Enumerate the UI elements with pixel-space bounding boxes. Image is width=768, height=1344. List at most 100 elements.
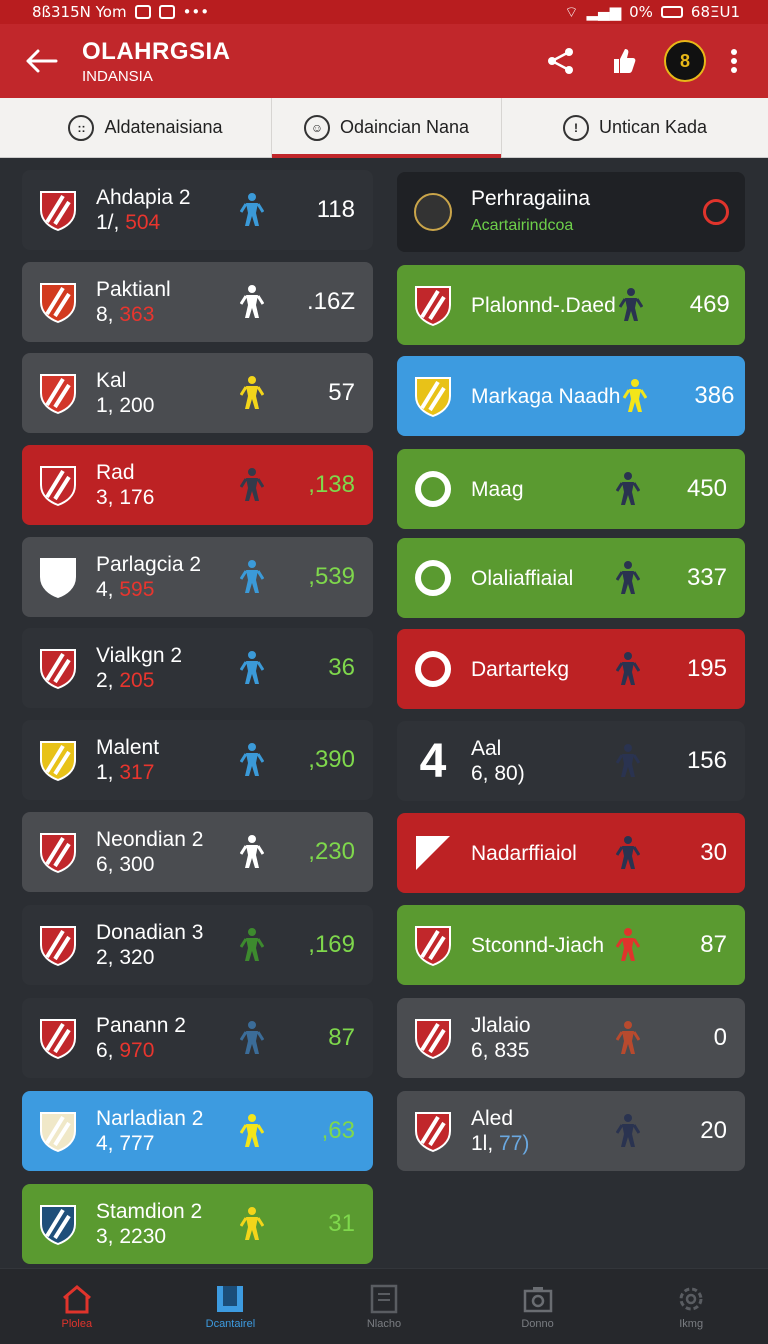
team-card-left[interactable]: Parlagcia 2 4, 595 ,539: [22, 537, 373, 617]
team-card-left[interactable]: Donadian 3 2, 320 ,169: [22, 905, 373, 985]
team-stat: 1, 200: [96, 393, 237, 418]
player-icon: [616, 652, 640, 685]
player-icon: [240, 468, 264, 501]
team-card-right[interactable]: Stconnd-Jiach 87: [397, 905, 745, 985]
team-stat-prefix: 3, 176: [96, 486, 155, 509]
player-figure: [237, 285, 267, 319]
team-stat-prefix: 1l,: [471, 1132, 500, 1155]
player-icon: [240, 651, 264, 684]
team-card-left[interactable]: Rad 3, 176 ,138: [22, 445, 373, 525]
player-figure: [616, 288, 646, 322]
team-card-right[interactable]: Olaliaffiaial 337: [397, 538, 745, 618]
like-button[interactable]: [592, 31, 654, 91]
app-title: OLAHRGSIA: [82, 37, 231, 65]
tab-aldatenaisiana[interactable]: :: Aldatenaisiana: [0, 98, 272, 157]
team-name: Ahdapia 2: [96, 186, 191, 209]
app-subtitle: INDANSIA: [82, 67, 153, 85]
team-stat: 1, 317: [96, 760, 237, 785]
team-stat: 3, 2230: [96, 1224, 237, 1249]
player-icon: [616, 744, 640, 777]
team-badge: [411, 556, 455, 600]
team-stat: 1/, 504: [96, 210, 237, 235]
team-name: Malent: [96, 736, 160, 759]
team-name: Plalonnd-.Daed: [471, 293, 616, 317]
player-figure: [237, 468, 267, 502]
nav-item-bookmark[interactable]: Dcantairel: [154, 1269, 308, 1344]
team-badge: [411, 467, 455, 511]
flag-icon: [416, 836, 450, 870]
team-card-left[interactable]: Narladian 2 4, 777 ,63: [22, 1091, 373, 1171]
tab-odaincian-nana[interactable]: ☺ Odaincian Nana: [272, 98, 502, 158]
nav-item-camera[interactable]: Donno: [461, 1269, 615, 1344]
player-figure: [237, 835, 267, 869]
team-badge: [411, 283, 455, 327]
team-card-right[interactable]: Aled 1l, 77) 20: [397, 1091, 745, 1171]
team-badge: [36, 738, 80, 782]
nav-item-document[interactable]: Nlacho: [307, 1269, 461, 1344]
profile-button[interactable]: 8: [654, 31, 716, 91]
team-crest-icon: [415, 926, 451, 967]
nav-label: Plolea: [61, 1317, 93, 1330]
tab-untican-kada[interactable]: ! Untican Kada: [502, 98, 768, 157]
team-badge: [36, 923, 80, 967]
team-card-left[interactable]: Paktianl 8, 363 .16Z: [22, 262, 373, 342]
back-button[interactable]: [0, 24, 82, 98]
team-crest-icon: [415, 1019, 451, 1060]
team-stat: 3, 176: [96, 485, 237, 510]
team-card-left[interactable]: Neondian 2 6, 300 ,230: [22, 812, 373, 892]
overflow-menu-button[interactable]: [716, 31, 752, 91]
team-name: Markaga Naadh: [471, 384, 621, 408]
team-crest-icon: [414, 193, 452, 231]
avatar: 8: [664, 40, 706, 82]
player-figure: [620, 379, 650, 413]
team-card-right[interactable]: Dartartekg 195: [397, 629, 745, 709]
team-card-right[interactable]: Perhragaiina Acartairindcoa: [397, 172, 745, 252]
player-icon: [240, 285, 264, 318]
team-crest-icon: [415, 286, 451, 327]
team-badge: [36, 830, 80, 874]
team-crest-icon: [40, 466, 76, 507]
share-button[interactable]: [530, 31, 592, 91]
ring-logo-icon: [415, 471, 451, 507]
team-score: 337: [686, 564, 727, 591]
team-card-right[interactable]: Jlalaio 6, 835 0: [397, 998, 745, 1078]
signal-icon: ▂▄▆: [586, 3, 622, 21]
team-score: ,230: [308, 838, 355, 865]
team-name: Vialkgn 2: [96, 644, 183, 667]
home-icon: [62, 1284, 91, 1313]
person-icon: ☺: [303, 114, 330, 141]
team-badge: [36, 463, 80, 507]
player-icon: [240, 835, 264, 868]
team-card-left[interactable]: Kal 1, 200 57: [22, 353, 373, 433]
avatar-text: 8: [679, 50, 690, 71]
nav-item-settings[interactable]: Ikmg: [614, 1269, 768, 1344]
team-card-left[interactable]: Ahdapia 2 1/, 504 118: [22, 170, 373, 250]
player-icon: [616, 836, 640, 869]
team-card-right[interactable]: Markaga Naadh 386: [397, 356, 745, 436]
player-figure: [613, 744, 643, 778]
team-info: Kal 1, 200: [96, 368, 237, 418]
team-crest-icon: [40, 558, 76, 599]
player-figure: [613, 472, 643, 506]
team-card-right[interactable]: Maag 450: [397, 449, 745, 529]
team-stat-prefix: 4, 777: [96, 1132, 155, 1155]
team-score: .16Z: [306, 288, 355, 315]
team-card-right[interactable]: Nadarffiaiol 30: [397, 813, 745, 893]
team-card-left[interactable]: Vialkgn 2 2, 205 36: [22, 628, 373, 708]
bottom-nav: Plolea Dcantairel Nlacho Donno Ikmg: [0, 1268, 768, 1344]
nav-item-home[interactable]: Plolea: [0, 1269, 154, 1344]
team-card-left[interactable]: Stamdion 2 3, 2230 31: [22, 1184, 373, 1264]
player-icon: [623, 379, 648, 412]
team-card-left[interactable]: Panann 2 6, 970 87: [22, 998, 373, 1078]
team-card-right[interactable]: 4 Aal 6, 80) 156: [397, 721, 745, 801]
player-figure: [237, 1021, 267, 1055]
team-stat: 6, 970: [96, 1038, 237, 1063]
tab-bar: :: Aldatenaisiana ☺ Odaincian Nana ! Unt…: [0, 98, 768, 158]
team-info: Aal 6, 80): [471, 736, 613, 786]
team-card-left[interactable]: Malent 1, 317 ,390: [22, 720, 373, 800]
more-vert-icon: [731, 49, 737, 73]
tab-label: Aldatenaisiana: [104, 117, 223, 137]
app-bar: OLAHRGSIA INDANSIA 8: [0, 24, 768, 98]
team-card-right[interactable]: Plalonnd-.Daed 469: [397, 265, 745, 345]
team-score: 118: [316, 196, 355, 223]
